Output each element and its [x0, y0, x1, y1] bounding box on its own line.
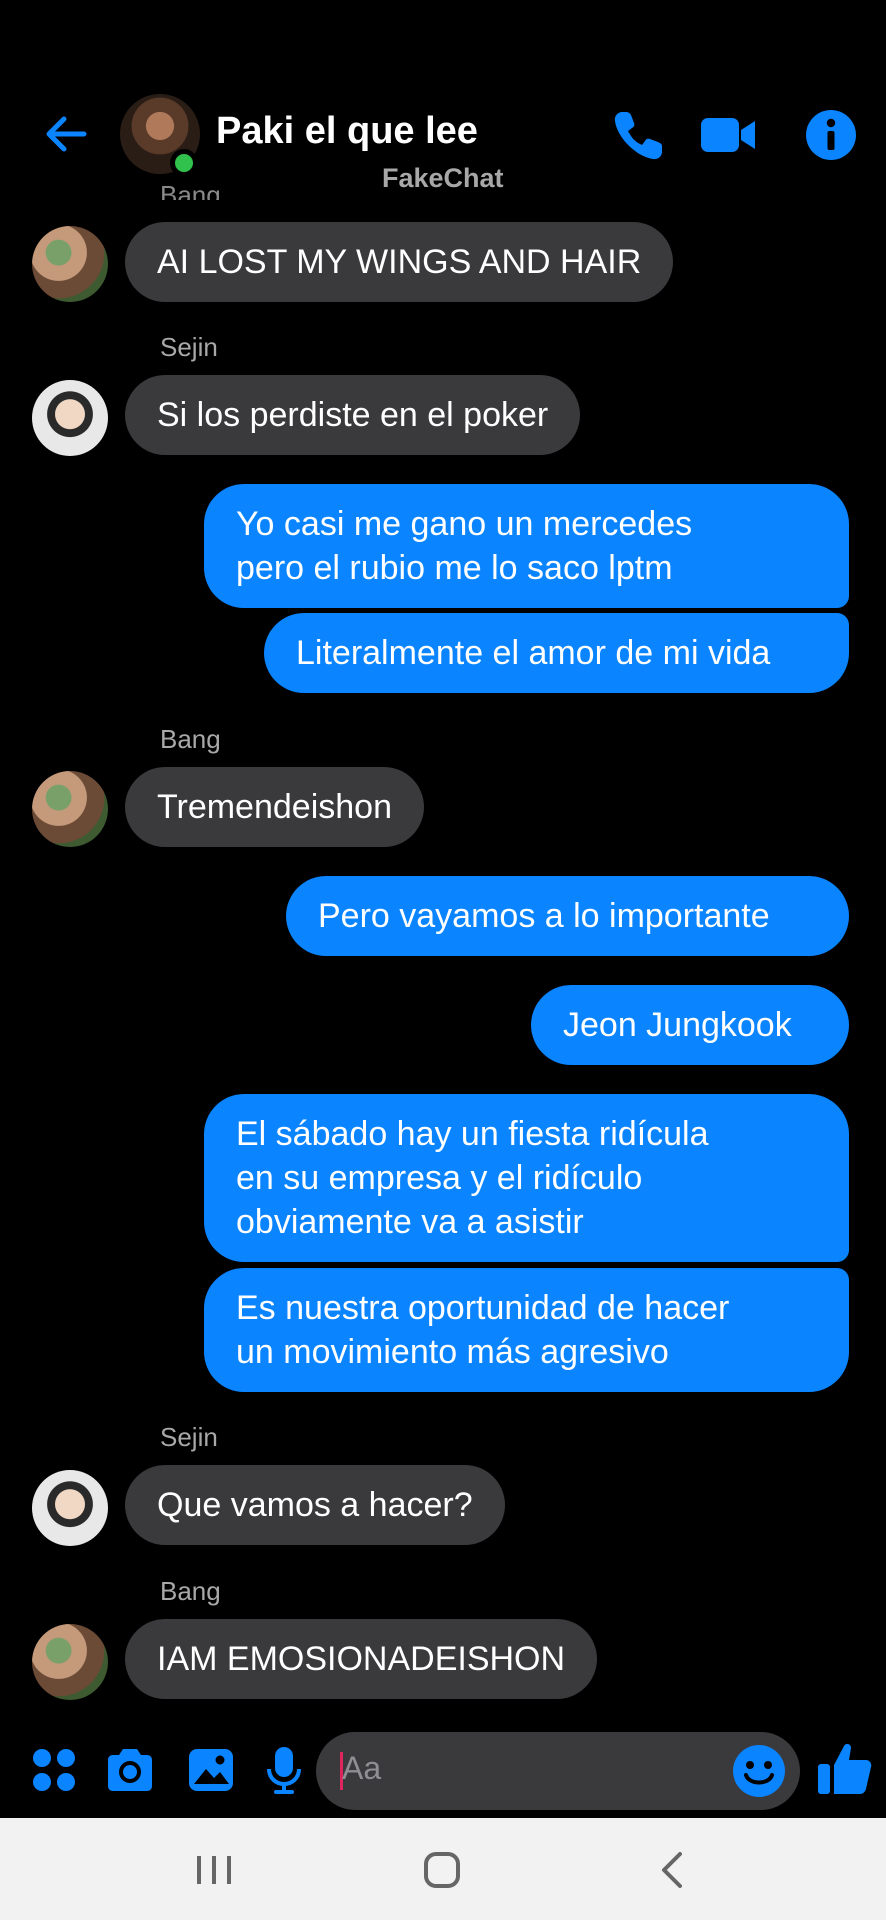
- message-input-placeholder: Aa: [342, 1750, 382, 1786]
- phone-icon[interactable]: [608, 104, 670, 166]
- message-bubble-incoming[interactable]: Tremendeishon: [125, 767, 424, 847]
- message-bubble-outgoing[interactable]: Yo casi me gano un mercedes pero el rubi…: [204, 484, 849, 608]
- message-bubble-outgoing[interactable]: Jeon Jungkook: [531, 985, 849, 1065]
- system-nav-bar: [0, 1818, 886, 1920]
- apps-grid-icon[interactable]: [28, 1744, 80, 1796]
- info-icon[interactable]: [800, 104, 862, 166]
- thumbs-up-icon[interactable]: [814, 1738, 874, 1798]
- contact-name[interactable]: Paki el que lee: [216, 110, 478, 153]
- back-arrow-icon[interactable]: [40, 107, 94, 161]
- avatar[interactable]: [32, 1470, 108, 1546]
- app-watermark: FakeChat: [382, 163, 504, 193]
- microphone-icon[interactable]: [258, 1744, 310, 1796]
- message-bubble-outgoing[interactable]: Literalmente el amor de mi vida: [264, 613, 849, 693]
- message-input[interactable]: Aa: [316, 1732, 800, 1810]
- message-bubble-incoming[interactable]: Que vamos a hacer?: [125, 1465, 505, 1545]
- sender-name: Bang: [160, 1576, 221, 1606]
- image-icon[interactable]: [185, 1744, 237, 1796]
- sender-name: Sejin: [160, 1422, 218, 1452]
- peek-sender-name: Bang: [160, 180, 221, 200]
- avatar[interactable]: [32, 380, 108, 456]
- message-bubble-incoming[interactable]: IAM EMOSIONADEISHON: [125, 1619, 598, 1699]
- message-bubble-outgoing[interactable]: Es nuestra oportunidad de hacer un movim…: [204, 1268, 849, 1392]
- avatar[interactable]: [32, 771, 108, 847]
- video-camera-icon[interactable]: [698, 104, 758, 166]
- camera-icon[interactable]: [104, 1744, 156, 1796]
- chat-screen: Paki el que lee FakeChat Bang AI LOST MY…: [0, 0, 886, 1920]
- message-bubble-incoming[interactable]: Si los perdiste en el poker: [125, 375, 581, 455]
- online-status-icon: [170, 149, 198, 177]
- home-icon[interactable]: [420, 1848, 464, 1892]
- sender-name: Sejin: [160, 332, 218, 362]
- back-icon[interactable]: [652, 1848, 696, 1892]
- sender-name: Bang: [160, 724, 221, 754]
- message-bubble-outgoing[interactable]: El sábado hay un fiesta ridícula en su e…: [204, 1094, 849, 1262]
- recent-apps-icon[interactable]: [192, 1848, 236, 1892]
- avatar[interactable]: [32, 1624, 108, 1700]
- chat-header: Paki el que lee FakeChat Bang: [0, 0, 886, 200]
- message-bubble-incoming[interactable]: AI LOST MY WINGS AND HAIR: [125, 222, 674, 302]
- avatar[interactable]: [32, 226, 108, 302]
- message-bubble-outgoing[interactable]: Pero vayamos a lo importante: [286, 876, 849, 956]
- message-composer: Aa: [0, 1722, 886, 1818]
- emoji-icon[interactable]: [731, 1743, 787, 1799]
